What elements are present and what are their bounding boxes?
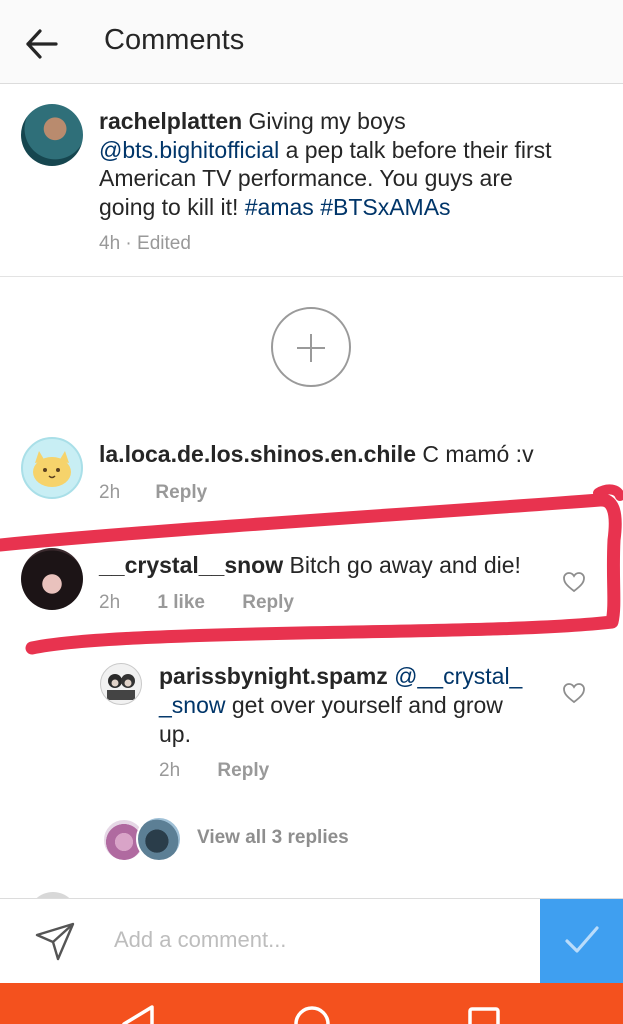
caption-text-start: Giving my boys	[248, 108, 406, 134]
reply-username[interactable]: parissbynight.spamz	[159, 663, 388, 689]
hashtag-btsxamas[interactable]: #BTSxAMAs	[320, 194, 450, 220]
comment-1: la.loca.de.los.shinos.en.chile C mamó :v	[99, 440, 534, 469]
comment-text: C mamó :v	[422, 441, 534, 467]
heart-outline-icon[interactable]	[562, 571, 586, 593]
triangle-back-icon[interactable]	[122, 1005, 154, 1024]
avatar	[136, 816, 182, 862]
comment-composer	[0, 898, 623, 984]
top-bar: Comments	[0, 0, 623, 84]
meta-separator: ·	[125, 233, 132, 254]
comment-text: Bitch go away and die!	[289, 552, 521, 578]
avatar[interactable]	[21, 548, 83, 610]
caption-mention[interactable]: @bts.bighitofficial	[99, 137, 279, 163]
cat-sticker-icon	[33, 451, 71, 487]
avatar[interactable]	[21, 104, 83, 166]
hashtag-amas[interactable]: #amas	[245, 194, 314, 220]
comment-meta: 2h 1 like Reply	[99, 592, 294, 614]
arrow-left-icon[interactable]	[22, 24, 62, 64]
checkmark-icon	[565, 926, 599, 953]
square-recents-icon[interactable]	[468, 1007, 500, 1024]
caption-time: 4h	[99, 233, 121, 254]
reply-button[interactable]: Reply	[242, 592, 294, 613]
caption-meta: 4h · Edited	[99, 233, 191, 255]
page-title: Comments	[104, 24, 245, 56]
comment-meta: 2h Reply	[99, 482, 207, 504]
avatar[interactable]	[21, 437, 83, 499]
comment-2: __crystal__snow Bitch go away and die!	[99, 551, 521, 580]
comment-time: 2h	[99, 592, 121, 613]
reply-meta: 2h Reply	[159, 760, 269, 782]
view-all-replies-link[interactable]: View all 3 replies	[197, 827, 349, 849]
caption-username[interactable]: rachelplatten	[99, 108, 242, 134]
caption: rachelplatten Giving my boys @bts.bighit…	[99, 107, 569, 221]
circle-home-icon[interactable]	[294, 1006, 330, 1024]
plus-circle-icon[interactable]	[271, 307, 351, 387]
reply-button[interactable]: Reply	[217, 760, 269, 781]
photo-thumbnail-icon	[107, 674, 135, 700]
edited-label: Edited	[137, 233, 191, 254]
comment-username[interactable]: __crystal__snow	[99, 552, 283, 578]
reply-comment: parissbynight.spamz @__crystal__snow get…	[159, 662, 529, 749]
nav-icons	[122, 1005, 500, 1024]
comment-time: 2h	[99, 482, 121, 503]
post-button[interactable]	[540, 899, 623, 984]
heart-outline-icon[interactable]	[562, 682, 586, 704]
avatar[interactable]	[100, 663, 142, 705]
paper-plane-icon[interactable]	[34, 920, 76, 962]
like-count[interactable]: 1 like	[157, 592, 205, 613]
divider	[0, 276, 623, 277]
reply-time: 2h	[159, 760, 181, 781]
system-nav-bar	[0, 983, 623, 1024]
comment-username[interactable]: la.loca.de.los.shinos.en.chile	[99, 441, 416, 467]
reply-button[interactable]: Reply	[155, 482, 207, 503]
comment-input[interactable]	[114, 919, 524, 961]
